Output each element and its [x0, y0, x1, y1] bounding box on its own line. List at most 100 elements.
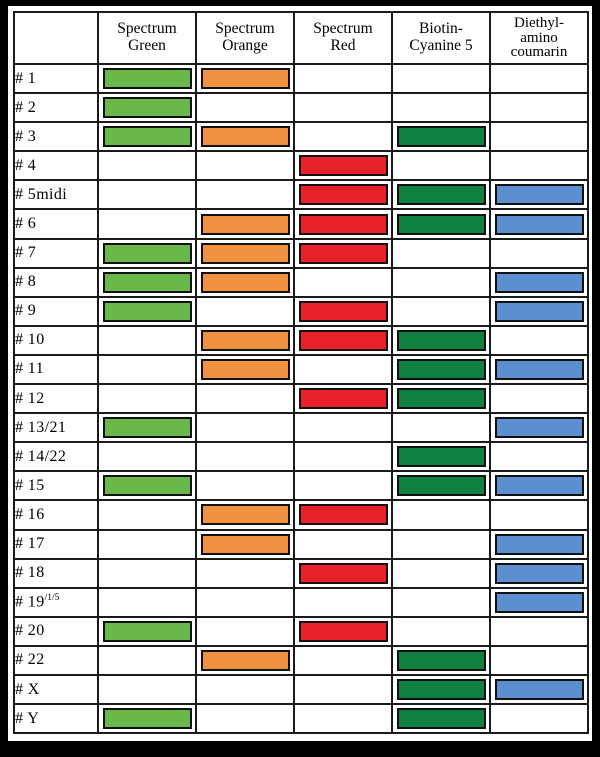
row-label-text: # 2: [15, 98, 37, 116]
row-label-text: # 16: [15, 505, 45, 523]
column-header-line: Orange: [222, 37, 268, 54]
row-label: # 8: [13, 266, 99, 298]
table-row: # 10: [13, 324, 589, 356]
marker-bar-biotin_cyanine5: [396, 475, 486, 497]
matrix-cell-spectrum_green: [97, 179, 197, 211]
marker-bar-spectrum_red: [298, 329, 388, 351]
row-label: # 19/1/5: [13, 586, 99, 618]
row-label: # X: [13, 673, 99, 706]
row-label-text: # 4: [15, 156, 37, 174]
fluorophore-probe-matrix: Spectrum Green Spectrum Orange Spectrum Red Bi…: [13, 11, 589, 735]
marker-bar-spectrum_green: [102, 475, 192, 497]
matrix-cell-biotin_cyanine5: [391, 324, 491, 356]
row-label: # 7: [13, 237, 99, 269]
marker-bar-diethylamino_coumarin: [494, 417, 584, 439]
row-label: # 17: [13, 528, 99, 560]
matrix-cell-spectrum_green: [97, 208, 197, 240]
row-label: # 13/21: [13, 412, 99, 444]
row-label-text: # 13/21: [15, 418, 67, 436]
column-header-diethylamino_coumarin: Diethyl-amino coumarin: [489, 11, 589, 65]
marker-bar-spectrum_orange: [200, 271, 290, 293]
matrix-cell-spectrum_green: [97, 324, 197, 356]
table-row: # 20: [13, 615, 589, 647]
matrix-cell-diethylamino_coumarin: [489, 237, 589, 269]
row-label: # 6: [13, 208, 99, 240]
marker-bar-spectrum_red: [298, 300, 388, 322]
matrix-cell-diethylamino_coumarin: [489, 644, 589, 676]
matrix-cell-diethylamino_coumarin: [489, 150, 589, 182]
column-header-spectrum_green: Spectrum Green: [97, 11, 197, 65]
matrix-cell-spectrum_green: [97, 499, 197, 531]
matrix-cell-biotin_cyanine5: [391, 353, 491, 386]
matrix-cell-diethylamino_coumarin: [489, 499, 589, 531]
matrix-cell-spectrum_orange: [195, 673, 295, 706]
matrix-cell-spectrum_green: [97, 528, 197, 560]
row-label-text: # 5midi: [15, 185, 68, 203]
table-row: # 15: [13, 470, 589, 502]
row-label: # 9: [13, 295, 99, 327]
matrix-cell-spectrum_red: [293, 703, 393, 735]
marker-bar-biotin_cyanine5: [396, 358, 486, 380]
matrix-cell-spectrum_green: [97, 237, 197, 269]
marker-bar-diethylamino_coumarin: [494, 533, 584, 555]
marker-bar-biotin_cyanine5: [396, 446, 486, 468]
row-label-text: # 9: [15, 302, 37, 320]
matrix-cell-spectrum_orange: [195, 615, 295, 647]
row-label-text: # 7: [15, 244, 37, 262]
row-label: # 14/22: [13, 441, 99, 473]
column-header-line: Red: [330, 37, 356, 54]
matrix-cell-biotin_cyanine5: [391, 528, 491, 560]
column-header-spectrum_red: Spectrum Red: [293, 11, 393, 65]
matrix-cell-diethylamino_coumarin: [489, 557, 589, 589]
table-row: # 3: [13, 121, 589, 153]
table-row: # 13/21: [13, 412, 589, 444]
table-row: # 7: [13, 237, 589, 269]
table-row: # 18: [13, 557, 589, 589]
matrix-cell-spectrum_orange: [195, 353, 295, 386]
marker-bar-biotin_cyanine5: [396, 126, 486, 148]
matrix-cell-spectrum_red: [293, 528, 393, 560]
matrix-cell-spectrum_orange: [195, 62, 295, 95]
matrix-cell-spectrum_red: [293, 92, 393, 124]
marker-bar-spectrum_green: [102, 271, 192, 293]
row-label: # 5midi: [13, 179, 99, 211]
column-header-line: Spectrum: [117, 20, 177, 38]
matrix-cell-diethylamino_coumarin: [489, 528, 589, 560]
matrix-cell-biotin_cyanine5: [391, 703, 491, 735]
matrix-cell-spectrum_green: [97, 266, 197, 298]
matrix-cell-spectrum_orange: [195, 499, 295, 531]
table-frame: Spectrum Green Spectrum Orange Spectrum Red Bi…: [8, 6, 592, 741]
matrix-cell-biotin_cyanine5: [391, 208, 491, 240]
marker-bar-spectrum_red: [298, 155, 388, 177]
page-root: Spectrum Green Spectrum Orange Spectrum Red Bi…: [0, 0, 600, 757]
row-label-text: # 17: [15, 535, 45, 553]
matrix-cell-spectrum_red: [293, 412, 393, 444]
matrix-cell-diethylamino_coumarin: [489, 208, 589, 240]
marker-bar-biotin_cyanine5: [396, 329, 486, 351]
table-header: Spectrum Green Spectrum Orange Spectrum Red Bi…: [13, 11, 589, 65]
marker-bar-spectrum_green: [102, 242, 192, 264]
row-label-text: # Y: [15, 709, 40, 727]
marker-bar-spectrum_orange: [200, 213, 290, 235]
matrix-cell-spectrum_red: [293, 383, 393, 415]
matrix-cell-spectrum_orange: [195, 470, 295, 502]
column-header-biotin_cyanine5: Biotin- Cyanine 5: [391, 11, 491, 65]
row-label: # 3: [13, 121, 99, 153]
matrix-cell-spectrum_green: [97, 586, 197, 618]
matrix-cell-biotin_cyanine5: [391, 92, 491, 124]
matrix-cell-biotin_cyanine5: [391, 62, 491, 95]
matrix-cell-biotin_cyanine5: [391, 673, 491, 706]
row-label-text: # 15: [15, 476, 45, 494]
matrix-cell-biotin_cyanine5: [391, 470, 491, 502]
row-label: # Y: [13, 703, 99, 735]
table-row: # 14/22: [13, 441, 589, 473]
matrix-cell-spectrum_red: [293, 150, 393, 182]
table-row: # 6: [13, 208, 589, 240]
matrix-cell-spectrum_green: [97, 121, 197, 153]
matrix-cell-diethylamino_coumarin: [489, 412, 589, 444]
table-row: # 11: [13, 353, 589, 386]
matrix-cell-spectrum_red: [293, 121, 393, 153]
matrix-cell-spectrum_red: [293, 470, 393, 502]
row-label: # 11: [13, 353, 99, 386]
matrix-cell-biotin_cyanine5: [391, 150, 491, 182]
